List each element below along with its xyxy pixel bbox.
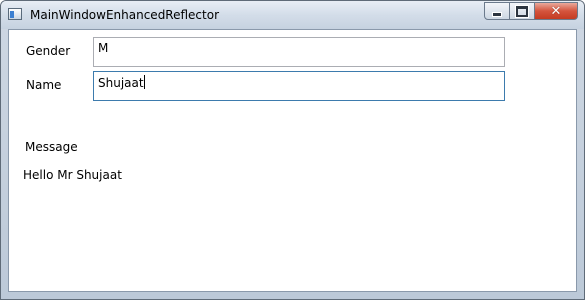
maximize-icon [515, 4, 529, 18]
name-field[interactable]: Shujaat [93, 71, 505, 101]
window-controls: ✕ [484, 2, 578, 20]
name-value: Shujaat [98, 76, 144, 90]
close-button[interactable]: ✕ [535, 2, 578, 20]
maximize-button[interactable] [510, 2, 535, 20]
message-text: Hello Mr Shujaat [23, 168, 122, 182]
gender-label: Gender [26, 44, 71, 58]
text-caret [143, 75, 145, 89]
client-area: Gender M Name Shujaat Message Hello Mr S… [8, 29, 577, 292]
app-window: MainWindowEnhancedReflector ✕ Gender M N… [0, 0, 585, 300]
minimize-icon [492, 11, 502, 17]
gender-field[interactable]: M [93, 37, 505, 67]
message-label: Message [25, 140, 78, 154]
minimize-button[interactable] [484, 2, 510, 20]
title-bar[interactable]: MainWindowEnhancedReflector ✕ [1, 1, 584, 29]
close-icon: ✕ [550, 3, 562, 19]
gender-value: M [98, 41, 109, 55]
window-title: MainWindowEnhancedReflector [30, 8, 220, 22]
name-label: Name [26, 78, 62, 92]
app-window-icon[interactable] [8, 8, 22, 20]
